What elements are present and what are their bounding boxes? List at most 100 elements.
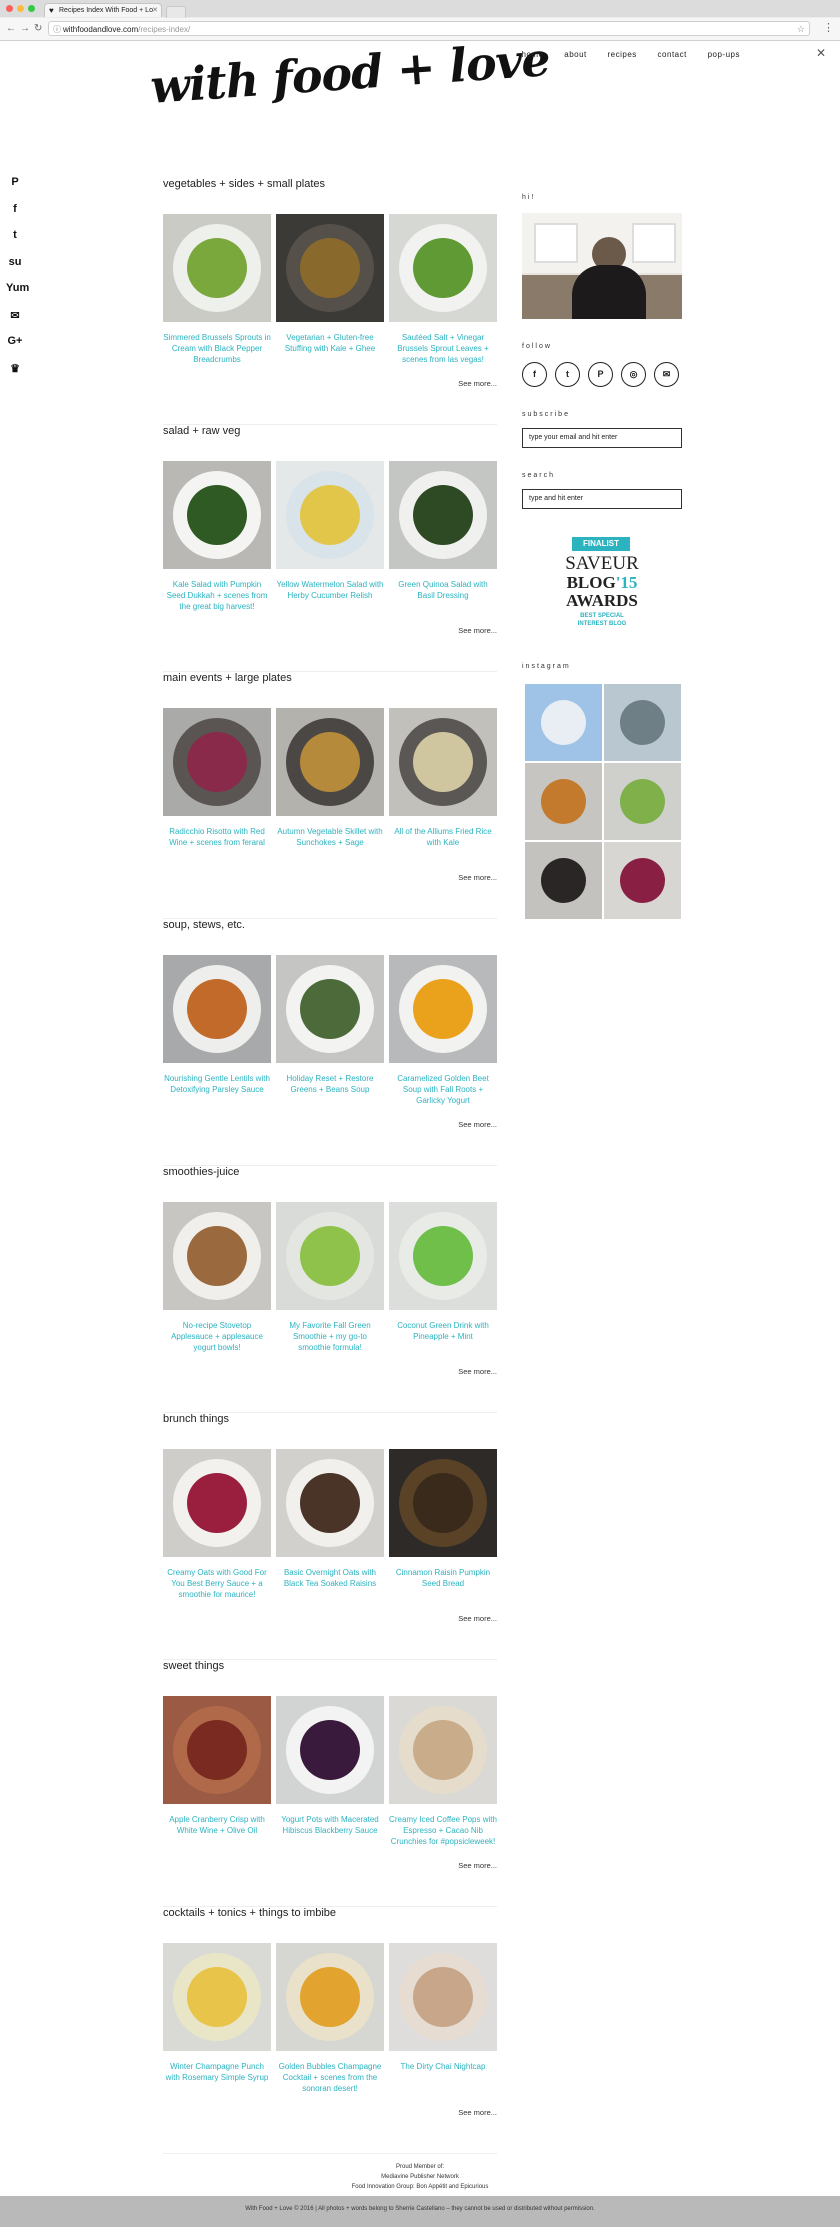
recipe-title-link[interactable]: Nourishing Gentle Lentils with Detoxifyi… bbox=[163, 1073, 271, 1106]
section-title[interactable]: salad + raw veg bbox=[163, 425, 497, 461]
recipe-card[interactable]: Simmered Brussels Sprouts in Cream with … bbox=[163, 214, 271, 365]
recipe-title-link[interactable]: Coconut Green Drink with Pineapple + Min… bbox=[389, 1320, 497, 1353]
recipe-title-link[interactable]: Kale Salad with Pumpkin Seed Dukkah + sc… bbox=[163, 579, 271, 612]
stumbleupon-icon[interactable]: su bbox=[6, 256, 24, 283]
forward-arrow-icon[interactable]: → bbox=[20, 22, 30, 36]
recipe-card[interactable]: Caramelized Golden Beet Soup with Fall R… bbox=[389, 955, 497, 1106]
pinterest-icon[interactable]: P bbox=[6, 176, 24, 203]
recipe-title-link[interactable]: Creamy Iced Coffee Pops with Espresso + … bbox=[389, 1814, 497, 1847]
instagram-photo[interactable] bbox=[604, 684, 681, 761]
recipe-card[interactable]: Vegetarian + Gluten-free Stuffing with K… bbox=[276, 214, 384, 365]
recipe-card[interactable]: Radicchio Risotto with Red Wine + scenes… bbox=[163, 708, 271, 859]
section-title[interactable]: main events + large plates bbox=[163, 672, 497, 708]
crown-icon[interactable]: ♛ bbox=[6, 362, 24, 389]
recipe-card[interactable]: Autumn Vegetable Skillet with Sunchokes … bbox=[276, 708, 384, 859]
see-more-link[interactable]: See more... bbox=[458, 1367, 497, 1376]
recipe-card[interactable]: Coconut Green Drink with Pineapple + Min… bbox=[389, 1202, 497, 1353]
recipe-thumbnail[interactable] bbox=[163, 955, 271, 1063]
recipe-thumbnail[interactable] bbox=[163, 214, 271, 322]
recipe-title-link[interactable]: Green Quinoa Salad with Basil Dressing bbox=[389, 579, 497, 612]
recipe-card[interactable]: No-recipe Stovetop Applesauce + applesau… bbox=[163, 1202, 271, 1353]
recipe-thumbnail[interactable] bbox=[389, 214, 497, 322]
recipe-card[interactable]: Creamy Iced Coffee Pops with Espresso + … bbox=[389, 1696, 497, 1847]
recipe-title-link[interactable]: Yellow Watermelon Salad with Herby Cucum… bbox=[276, 579, 384, 612]
recipe-title-link[interactable]: Basic Overnight Oats with Black Tea Soak… bbox=[276, 1567, 384, 1600]
browser-menu-icon[interactable]: ⋮ bbox=[823, 21, 834, 34]
recipe-title-link[interactable]: Caramelized Golden Beet Soup with Fall R… bbox=[389, 1073, 497, 1106]
recipe-thumbnail[interactable] bbox=[163, 1202, 271, 1310]
recipe-thumbnail[interactable] bbox=[276, 955, 384, 1063]
recipe-title-link[interactable]: Golden Bubbles Champagne Cocktail + scen… bbox=[276, 2061, 384, 2094]
recipe-card[interactable]: Sautéed Salt + Vinegar Brussels Sprout L… bbox=[389, 214, 497, 365]
recipe-card[interactable]: All of the Alliums Fried Rice with Kale bbox=[389, 708, 497, 859]
pinterest-follow-icon[interactable]: P bbox=[588, 362, 613, 387]
recipe-thumbnail[interactable] bbox=[163, 1943, 271, 2051]
see-more-link[interactable]: See more... bbox=[458, 1861, 497, 1870]
recipe-card[interactable]: The Dirty Chai Nightcap bbox=[389, 1943, 497, 2094]
section-title[interactable]: soup, stews, etc. bbox=[163, 919, 497, 955]
browser-tab[interactable]: ♥ Recipes Index With Food + Lo ✕ bbox=[44, 3, 162, 17]
reload-icon[interactable]: ↻ bbox=[34, 22, 42, 36]
recipe-card[interactable]: Nourishing Gentle Lentils with Detoxifyi… bbox=[163, 955, 271, 1106]
twitter-icon[interactable]: t bbox=[6, 229, 24, 256]
bookmark-star-icon[interactable]: ☆ bbox=[797, 22, 805, 37]
recipe-title-link[interactable]: Vegetarian + Gluten-free Stuffing with K… bbox=[276, 332, 384, 365]
section-title[interactable]: sweet things bbox=[163, 1660, 497, 1696]
site-logo[interactable]: with food + love bbox=[149, 32, 552, 114]
recipe-title-link[interactable]: Simmered Brussels Sprouts in Cream with … bbox=[163, 332, 271, 365]
recipe-title-link[interactable]: Yogurt Pots with Macerated Hibiscus Blac… bbox=[276, 1814, 384, 1847]
nav-pop-ups[interactable]: pop-ups bbox=[708, 50, 740, 59]
recipe-thumbnail[interactable] bbox=[276, 214, 384, 322]
nav-home[interactable]: home bbox=[522, 50, 544, 59]
section-title[interactable]: brunch things bbox=[163, 1413, 497, 1449]
nav-contact[interactable]: contact bbox=[658, 50, 687, 59]
recipe-title-link[interactable]: All of the Alliums Fried Rice with Kale bbox=[389, 826, 497, 859]
recipe-card[interactable]: Creamy Oats with Good For You Best Berry… bbox=[163, 1449, 271, 1600]
recipe-title-link[interactable]: Sautéed Salt + Vinegar Brussels Sprout L… bbox=[389, 332, 497, 365]
recipe-title-link[interactable]: Holiday Reset + Restore Greens + Beans S… bbox=[276, 1073, 384, 1106]
zoom-window-button[interactable] bbox=[28, 5, 35, 12]
recipe-title-link[interactable]: Radicchio Risotto with Red Wine + scenes… bbox=[163, 826, 271, 859]
section-title[interactable]: vegetables + sides + small plates bbox=[163, 178, 497, 214]
facebook-follow-icon[interactable]: f bbox=[522, 362, 547, 387]
facebook-icon[interactable]: f bbox=[6, 203, 24, 230]
recipe-thumbnail[interactable] bbox=[389, 955, 497, 1063]
recipe-card[interactable]: Green Quinoa Salad with Basil Dressing bbox=[389, 461, 497, 612]
tab-close-icon[interactable]: ✕ bbox=[152, 4, 158, 17]
instagram-follow-icon[interactable]: ◎ bbox=[621, 362, 646, 387]
subscribe-email-input[interactable]: type your email and hit enter bbox=[522, 428, 682, 448]
recipe-thumbnail[interactable] bbox=[163, 1696, 271, 1804]
recipe-thumbnail[interactable] bbox=[276, 1943, 384, 2051]
recipe-title-link[interactable]: No-recipe Stovetop Applesauce + applesau… bbox=[163, 1320, 271, 1353]
recipe-thumbnail[interactable] bbox=[389, 1696, 497, 1804]
section-title[interactable]: smoothies-juice bbox=[163, 1166, 497, 1202]
see-more-link[interactable]: See more... bbox=[458, 2108, 497, 2117]
recipe-card[interactable]: Golden Bubbles Champagne Cocktail + scen… bbox=[276, 1943, 384, 2094]
instagram-photo[interactable] bbox=[525, 763, 602, 840]
email-follow-icon[interactable]: ✉ bbox=[654, 362, 679, 387]
email-icon[interactable]: ✉ bbox=[6, 309, 24, 336]
recipe-thumbnail[interactable] bbox=[276, 708, 384, 816]
recipe-thumbnail[interactable] bbox=[389, 1449, 497, 1557]
recipe-card[interactable]: Yellow Watermelon Salad with Herby Cucum… bbox=[276, 461, 384, 612]
close-window-button[interactable] bbox=[6, 5, 13, 12]
see-more-link[interactable]: See more... bbox=[458, 873, 497, 882]
recipe-card[interactable]: Kale Salad with Pumpkin Seed Dukkah + sc… bbox=[163, 461, 271, 612]
see-more-link[interactable]: See more... bbox=[458, 379, 497, 388]
recipe-thumbnail[interactable] bbox=[276, 461, 384, 569]
recipe-title-link[interactable]: Winter Champagne Punch with Rosemary Sim… bbox=[163, 2061, 271, 2094]
recipe-thumbnail[interactable] bbox=[276, 1449, 384, 1557]
recipe-title-link[interactable]: My Favorite Fall Green Smoothie + my go-… bbox=[276, 1320, 384, 1353]
see-more-link[interactable]: See more... bbox=[458, 1614, 497, 1623]
recipe-card[interactable]: Apple Cranberry Crisp with White Wine + … bbox=[163, 1696, 271, 1847]
recipe-thumbnail[interactable] bbox=[389, 1202, 497, 1310]
footer-line2[interactable]: Mediavine Publisher Network bbox=[0, 2172, 840, 2182]
recipe-card[interactable]: Basic Overnight Oats with Black Tea Soak… bbox=[276, 1449, 384, 1600]
nav-about[interactable]: about bbox=[564, 50, 587, 59]
nav-recipes[interactable]: recipes bbox=[608, 50, 637, 59]
close-icon[interactable]: ✕ bbox=[816, 46, 826, 60]
recipe-card[interactable]: Cinnamon Raisin Pumpkin Seed Bread bbox=[389, 1449, 497, 1600]
section-title[interactable]: cocktails + tonics + things to imbibe bbox=[163, 1907, 497, 1943]
recipe-thumbnail[interactable] bbox=[163, 708, 271, 816]
minimize-window-button[interactable] bbox=[17, 5, 24, 12]
